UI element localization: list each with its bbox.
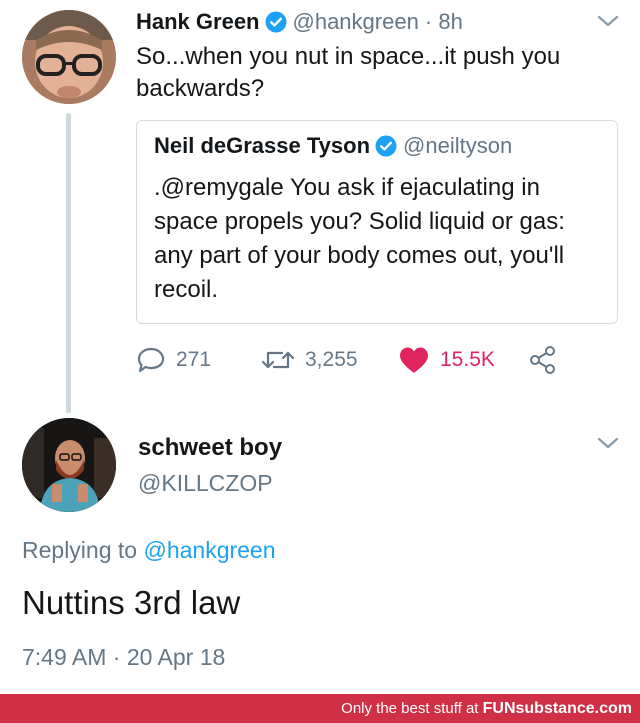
watermark-text: Only the best stuff at FUNsubstance.com	[341, 700, 632, 718]
watermark-brand: FUNsubstance.com	[482, 700, 632, 717]
schweet-boy-avatar[interactable]	[22, 418, 116, 512]
verified-badge-icon	[375, 135, 397, 157]
original-tweet-header: Hank Green @hankgreen · 8h	[136, 6, 600, 38]
reply-timestamp[interactable]: 7:49 AM · 20 Apr 18	[22, 644, 225, 671]
replying-prefix: Replying to	[22, 537, 144, 563]
chevron-down-icon[interactable]	[596, 14, 620, 28]
quoted-tweet-text: .@remygale You ask if ejaculating in spa…	[154, 174, 565, 303]
author-handle-time[interactable]: @hankgreen · 8h	[293, 9, 463, 35]
reply-tweet-text: Nuttins 3rd law	[22, 584, 241, 621]
watermark-bar: Only the best stuff at FUNsubstance.com	[0, 694, 640, 723]
reply-author-handle[interactable]: @KILLCZOP	[138, 470, 273, 497]
quoted-tweet-card[interactable]: Neil deGrasse Tyson @neiltyson .@remygal…	[136, 120, 618, 324]
reply-author-name[interactable]: schweet boy	[138, 434, 282, 462]
share-button[interactable]	[528, 343, 558, 377]
heart-icon	[398, 346, 430, 374]
quoted-author-name: Neil deGrasse Tyson	[154, 133, 371, 158]
original-tweet-text: So...when you nut in space...it push you…	[136, 43, 561, 102]
quoted-tweet-header: Neil deGrasse Tyson @neiltyson	[154, 133, 512, 159]
watermark-prefix: Only the best stuff at	[341, 700, 483, 717]
reply-button[interactable]: 271	[136, 343, 211, 377]
author-name[interactable]: Hank Green	[136, 9, 260, 35]
retweet-count: 3,255	[305, 348, 358, 371]
chevron-down-icon[interactable]	[596, 436, 620, 450]
verified-badge-icon	[265, 11, 287, 33]
retweet-icon	[261, 347, 295, 373]
hank-green-avatar[interactable]	[22, 10, 116, 104]
like-button[interactable]: 15.5K	[398, 343, 495, 377]
share-icon	[528, 345, 558, 375]
reply-icon	[136, 346, 166, 374]
quoted-author-handle: @neiltyson	[403, 133, 513, 158]
thread-connector-line	[66, 113, 71, 413]
retweet-button[interactable]: 3,255	[261, 343, 358, 377]
replying-mention-link[interactable]: @hankgreen	[143, 537, 275, 563]
tweet-action-bar: 271 3,255 15.5K	[136, 343, 576, 377]
replying-to-line: Replying to @hankgreen	[22, 537, 276, 564]
reply-count: 271	[176, 348, 212, 371]
like-count: 15.5K	[440, 348, 495, 371]
